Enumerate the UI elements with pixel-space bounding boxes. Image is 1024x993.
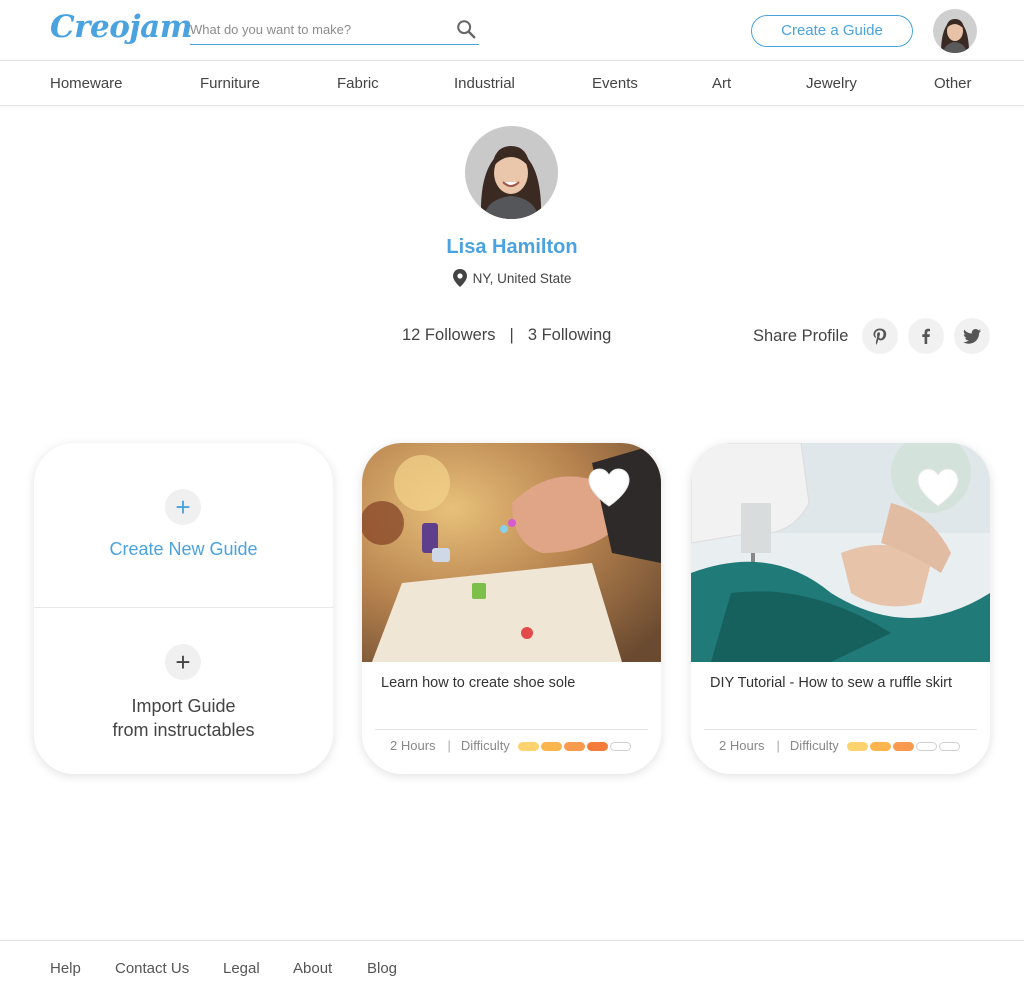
favorite-heart-icon[interactable] xyxy=(916,468,960,508)
search-icon[interactable] xyxy=(455,18,477,40)
difficulty-pill xyxy=(915,742,937,751)
category-nav: Homeware Furniture Fabric Industrial Eve… xyxy=(0,61,1024,106)
guide-image[interactable] xyxy=(691,443,990,662)
location-pin-icon xyxy=(452,269,467,287)
create-new-guide-button[interactable]: + Create New Guide xyxy=(34,443,333,608)
difficulty-label: Difficulty xyxy=(460,738,510,753)
guide-duration: 2 Hours xyxy=(719,738,765,753)
difficulty-pill xyxy=(892,742,914,751)
footer: Help Contact Us Legal About Blog xyxy=(0,940,1024,993)
guide-image[interactable] xyxy=(362,443,661,662)
twitter-icon xyxy=(963,329,981,344)
twitter-share-button[interactable] xyxy=(954,318,990,354)
profile-avatar xyxy=(465,126,558,219)
pinterest-icon xyxy=(873,328,887,345)
nav-item-fabric[interactable]: Fabric xyxy=(337,75,379,92)
footer-link-blog[interactable]: Blog xyxy=(367,960,397,977)
import-guide-button[interactable]: + Import Guide from instructables xyxy=(34,608,333,774)
guide-title[interactable]: Learn how to create shoe sole xyxy=(381,675,651,691)
import-guide-label: Import Guide from instructables xyxy=(34,694,333,742)
favorite-heart-icon[interactable] xyxy=(587,468,631,508)
difficulty-pill xyxy=(869,742,891,751)
guide-title[interactable]: DIY Tutorial - How to sew a ruffle skirt xyxy=(710,675,980,691)
profile-location: NY, United State xyxy=(0,269,1024,287)
top-header: Creojam Create a Guide xyxy=(0,0,1024,61)
difficulty-pill xyxy=(586,742,608,751)
creojam-logo[interactable]: Creojam xyxy=(50,9,193,45)
nav-item-industrial[interactable]: Industrial xyxy=(454,75,515,92)
nav-item-homeware[interactable]: Homeware xyxy=(50,75,123,92)
location-text: NY, United State xyxy=(472,271,572,286)
following-count[interactable]: 3 Following xyxy=(528,326,611,344)
footer-link-help[interactable]: Help xyxy=(50,960,81,977)
plus-icon: + xyxy=(165,644,201,680)
difficulty-pill xyxy=(517,742,539,751)
user-avatar[interactable] xyxy=(933,9,977,53)
followers-count[interactable]: 12 Followers xyxy=(402,326,496,344)
difficulty-pill xyxy=(563,742,585,751)
meta-separator: | xyxy=(447,738,451,753)
guide-duration: 2 Hours xyxy=(390,738,436,753)
difficulty-pill xyxy=(540,742,562,751)
share-profile-label: Share Profile xyxy=(753,327,849,345)
facebook-icon xyxy=(922,328,930,344)
nav-item-art[interactable]: Art xyxy=(712,75,731,92)
search-bar[interactable] xyxy=(190,16,479,45)
guide-meta: 2 Hours | Difficulty xyxy=(704,729,977,753)
footer-link-legal[interactable]: Legal xyxy=(223,960,260,977)
nav-item-events[interactable]: Events xyxy=(592,75,638,92)
profile-name: Lisa Hamilton xyxy=(446,236,578,258)
pinterest-share-button[interactable] xyxy=(862,318,898,354)
create-new-guide-label: Create New Guide xyxy=(109,539,258,559)
guide-meta: 2 Hours | Difficulty xyxy=(375,729,648,753)
guide-actions-card: + Create New Guide + Import Guide from i… xyxy=(34,443,333,774)
meta-separator: | xyxy=(776,738,780,753)
footer-link-contact[interactable]: Contact Us xyxy=(115,960,189,977)
difficulty-meter xyxy=(516,738,631,753)
difficulty-pill xyxy=(846,742,868,751)
import-guide-line1: Import Guide xyxy=(131,696,236,716)
facebook-share-button[interactable] xyxy=(908,318,944,354)
plus-icon: + xyxy=(165,489,201,525)
difficulty-label: Difficulty xyxy=(789,738,839,753)
nav-item-other[interactable]: Other xyxy=(934,75,972,92)
difficulty-meter xyxy=(845,738,960,753)
search-input[interactable] xyxy=(190,22,440,37)
guide-card[interactable]: DIY Tutorial - How to sew a ruffle skirt… xyxy=(691,443,990,774)
guide-card[interactable]: Learn how to create shoe sole 2 Hours | Di… xyxy=(362,443,661,774)
import-guide-line2: from instructables xyxy=(112,720,255,740)
follow-stats: 12 Followers | 3 Following xyxy=(402,326,611,345)
nav-item-jewelry[interactable]: Jewelry xyxy=(806,75,857,92)
create-guide-button[interactable]: Create a Guide xyxy=(751,15,913,47)
difficulty-pill xyxy=(609,742,631,751)
follow-separator: | xyxy=(509,326,514,344)
nav-item-furniture[interactable]: Furniture xyxy=(200,75,260,92)
difficulty-pill xyxy=(938,742,960,751)
footer-link-about[interactable]: About xyxy=(293,960,332,977)
